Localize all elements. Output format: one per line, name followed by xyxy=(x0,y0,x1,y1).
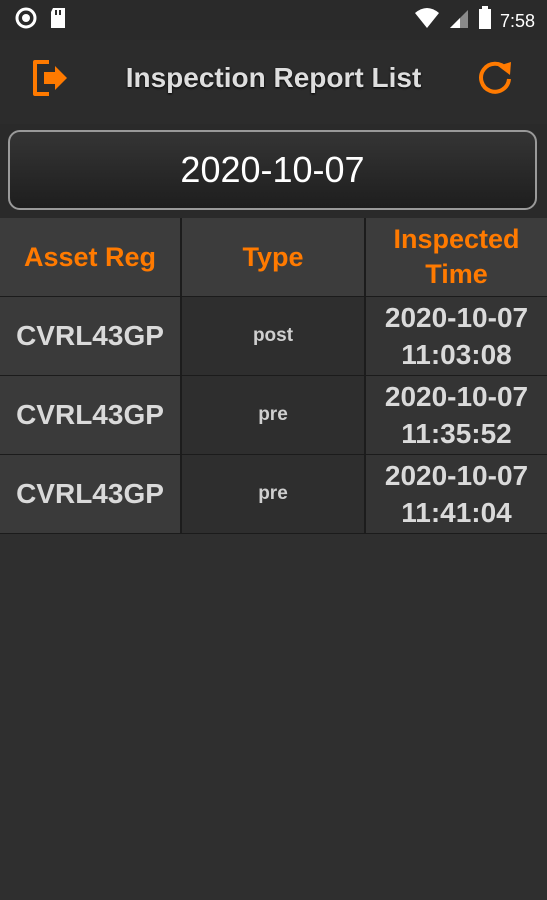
inspected-time-cell: 2020-10-07 11:35:52 xyxy=(366,376,547,454)
inspected-date: 2020-10-07 xyxy=(384,460,529,491)
column-header-asset-reg: Asset Reg xyxy=(0,218,182,296)
inspection-report-table: Asset Reg Type Inspected Time CVRL43GP p… xyxy=(0,218,547,534)
app-header: Inspection Report List xyxy=(0,40,547,124)
refresh-button[interactable] xyxy=(473,58,517,102)
status-bar: 7:58 xyxy=(0,0,547,40)
inspected-time-cell: 2020-10-07 11:41:04 xyxy=(366,455,547,533)
wifi-icon xyxy=(414,7,440,34)
date-picker-button[interactable]: 2020-10-07 xyxy=(8,130,537,210)
battery-icon xyxy=(478,6,492,35)
type-cell: pre xyxy=(182,376,366,454)
asset-reg-cell: CVRL43GP xyxy=(0,297,182,375)
status-right-icons: 7:58 xyxy=(414,6,535,35)
asset-reg-cell: CVRL43GP xyxy=(0,376,182,454)
table-row[interactable]: CVRL43GP pre 2020-10-07 11:35:52 xyxy=(0,376,547,455)
table-row[interactable]: CVRL43GP post 2020-10-07 11:03:08 xyxy=(0,297,547,376)
table-header-row: Asset Reg Type Inspected Time xyxy=(0,218,547,297)
column-header-inspected-label: Inspected xyxy=(393,224,520,254)
inspected-clock-time: 11:41:04 xyxy=(401,497,512,528)
inspected-clock-time: 11:35:52 xyxy=(401,418,512,449)
inspected-time-cell: 2020-10-07 11:03:08 xyxy=(366,297,547,375)
inspected-date: 2020-10-07 xyxy=(384,302,529,333)
table-row[interactable]: CVRL43GP pre 2020-10-07 11:41:04 xyxy=(0,455,547,534)
exit-button[interactable] xyxy=(28,58,72,102)
column-header-inspected-time: Inspected Time xyxy=(366,218,547,296)
circle-status-icon xyxy=(14,6,38,35)
page-title: Inspection Report List xyxy=(125,62,422,93)
type-cell: post xyxy=(182,297,366,375)
column-header-type: Type xyxy=(182,218,366,296)
refresh-icon xyxy=(475,58,515,103)
column-header-time-label: Time xyxy=(425,259,488,289)
sd-card-icon xyxy=(48,6,68,35)
type-cell: pre xyxy=(182,455,366,533)
asset-reg-cell: CVRL43GP xyxy=(0,455,182,533)
status-time: 7:58 xyxy=(499,10,535,31)
status-left-icons xyxy=(14,6,68,35)
inspected-date: 2020-10-07 xyxy=(384,381,529,412)
inspected-clock-time: 11:03:08 xyxy=(401,339,512,370)
date-selector-bar: 2020-10-07 xyxy=(0,124,547,220)
signal-icon xyxy=(448,7,470,34)
logout-icon xyxy=(29,57,71,104)
